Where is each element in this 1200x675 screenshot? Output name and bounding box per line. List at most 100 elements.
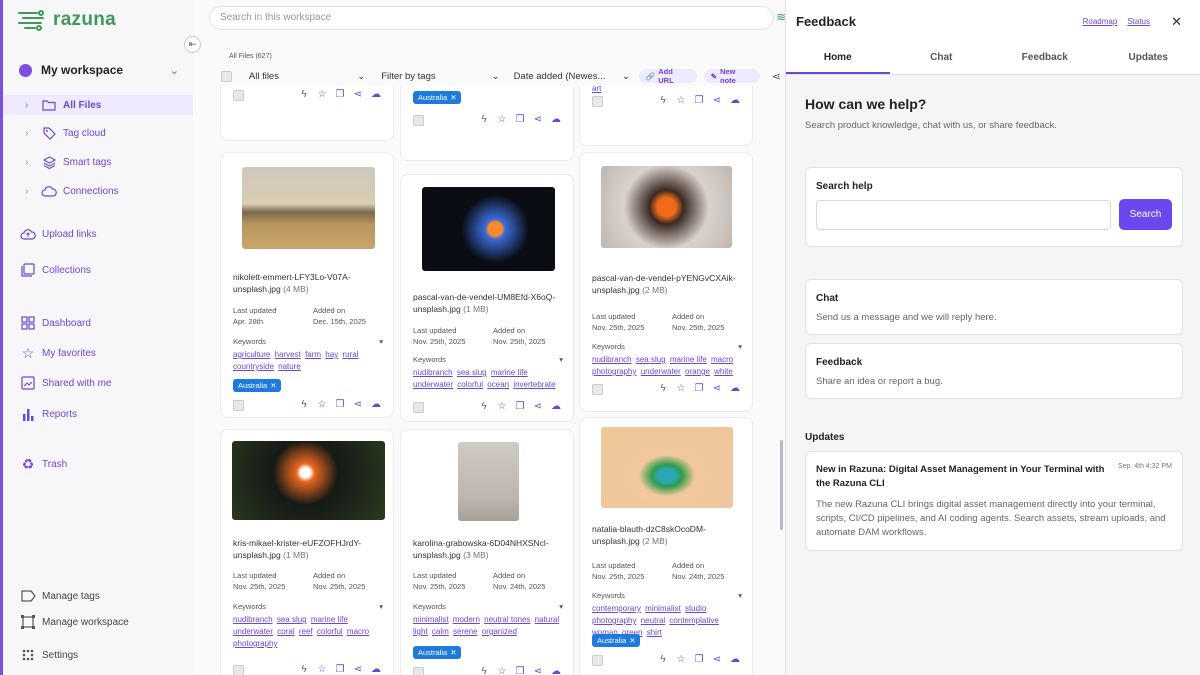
keyword-link[interactable]: sea slug xyxy=(457,368,487,377)
keyword-link[interactable]: nudibranch xyxy=(233,615,273,624)
cloud-download-icon[interactable]: ☁ xyxy=(367,89,385,101)
asset-thumbnail[interactable] xyxy=(242,167,375,249)
share-icon[interactable]: ⋖ xyxy=(529,401,547,413)
keyword-link[interactable]: sea slug xyxy=(636,355,666,364)
sidebar-item-dashboard[interactable]: Dashboard xyxy=(3,315,193,331)
keyword-link[interactable]: modern xyxy=(453,615,480,624)
workspace-switcher[interactable]: My workspace ⌄ xyxy=(19,63,179,77)
asset-checkbox[interactable] xyxy=(413,666,424,675)
keyword-link[interactable]: agriculture xyxy=(233,350,270,359)
keywords-header[interactable]: Keywords ▾ xyxy=(592,591,742,600)
favorite-star-icon[interactable]: ☆ xyxy=(672,95,690,107)
cloud-download-icon[interactable]: ☁ xyxy=(547,666,565,675)
keyword-link[interactable]: marine life xyxy=(491,368,528,377)
tag-filter-select[interactable]: Filter by tags ⌄ xyxy=(381,71,499,82)
keywords-header[interactable]: Keywords ▾ xyxy=(413,355,563,364)
sidebar-item-connections[interactable]: › Connections xyxy=(3,183,193,199)
keywords-header[interactable]: Keywords ▾ xyxy=(233,602,383,611)
roadmap-link[interactable]: Roadmap xyxy=(1083,17,1118,26)
keyword-link[interactable]: nature xyxy=(278,362,301,371)
asset-card[interactable]: pascal-van-de-vendel-UM8Efd-X6oQ-unsplas… xyxy=(400,174,574,422)
new-note-button[interactable]: ✎ New note xyxy=(703,67,760,85)
favorite-star-icon[interactable]: ☆ xyxy=(493,401,511,413)
keyword-link[interactable]: nudibranch xyxy=(592,355,632,364)
cloud-download-icon[interactable]: ☁ xyxy=(367,664,385,675)
asset-card[interactable]: kris-mikael-krister-eUFZOFHJrdY-unsplash… xyxy=(220,429,394,675)
feedback-card[interactable]: Feedback Share an idea or report a bug. xyxy=(805,343,1183,399)
copy-icon[interactable]: ❐ xyxy=(331,399,349,411)
keyword-link[interactable]: orange xyxy=(685,367,710,376)
quick-action-icon[interactable]: ϟ xyxy=(475,114,493,126)
sidebar-item-settings[interactable]: Settings xyxy=(3,647,193,663)
status-link[interactable]: Status xyxy=(1127,17,1150,26)
sidebar-item-manage-workspace[interactable]: Manage workspace xyxy=(3,614,193,630)
cloud-download-icon[interactable]: ☁ xyxy=(726,95,744,107)
copy-icon[interactable]: ❐ xyxy=(690,95,708,107)
quick-action-icon[interactable]: ϟ xyxy=(654,383,672,395)
sidebar-item-all-files[interactable]: › All Files xyxy=(3,95,193,115)
keyword-link[interactable]: minimalist xyxy=(645,604,681,613)
asset-checkbox[interactable] xyxy=(413,114,424,126)
keyword-link[interactable]: invertebrate xyxy=(513,380,555,389)
tag-chip[interactable]: Australia ✕ xyxy=(233,379,282,392)
sidebar-item-trash[interactable]: ♻ Trash xyxy=(3,456,193,472)
cloud-download-icon[interactable]: ☁ xyxy=(726,383,744,395)
copy-icon[interactable]: ❐ xyxy=(511,401,529,413)
share-icon[interactable]: ⋖ xyxy=(772,70,781,83)
keyword-link[interactable]: countryside xyxy=(233,362,274,371)
keyword-link[interactable]: macro xyxy=(711,355,733,364)
favorite-star-icon[interactable]: ☆ xyxy=(313,399,331,411)
asset-thumbnail[interactable] xyxy=(601,427,733,508)
asset-checkbox[interactable] xyxy=(592,654,603,666)
keyword-link[interactable]: coral xyxy=(277,627,294,636)
quick-action-icon[interactable]: ϟ xyxy=(295,89,313,101)
asset-thumbnail[interactable] xyxy=(232,441,385,520)
help-search-button[interactable]: Search xyxy=(1119,199,1172,230)
keyword-link[interactable]: neutral xyxy=(641,616,665,625)
share-icon[interactable]: ⋖ xyxy=(349,399,367,411)
remove-tag-icon[interactable]: ✕ xyxy=(270,381,276,390)
share-icon[interactable]: ⋖ xyxy=(708,95,726,107)
sidebar-item-manage-tags[interactable]: Manage tags xyxy=(3,588,193,604)
keyword-link[interactable]: farm xyxy=(305,350,321,359)
share-icon[interactable]: ⋖ xyxy=(349,89,367,101)
favorite-star-icon[interactable]: ☆ xyxy=(672,654,690,666)
tag-chip[interactable]: Australia ✕ xyxy=(413,91,462,104)
asset-card[interactable]: pascal-van-de-vendel-pYENGvCXAik-unsplas… xyxy=(579,152,753,412)
asset-card[interactable]: natalia-blauth-dzC8skOcoDM-unsplash.jpg … xyxy=(579,417,753,675)
asset-card[interactable]: Australia✕ ϟ ☆ ❐ ⋖ ☁ xyxy=(220,86,394,141)
keyword-link[interactable]: studio xyxy=(685,604,706,613)
asset-card[interactable]: karolina-grabowska-6D04NHXSNcl-unsplash.… xyxy=(400,429,574,675)
tab-updates[interactable]: Updates xyxy=(1097,42,1200,74)
keyword-link[interactable]: shirt xyxy=(647,628,662,637)
search-input[interactable]: Search in this workspace xyxy=(209,6,774,30)
asset-filename[interactable]: pascal-van-de-vendel-UM8Efd-X6oQ-unsplas… xyxy=(413,291,568,315)
keyword-link[interactable]: ocean xyxy=(487,380,509,389)
keywords-header[interactable]: Keywords ▾ xyxy=(413,602,563,611)
chat-card[interactable]: Chat Send us a message and we will reply… xyxy=(805,279,1183,335)
sidebar-item-shared-with-me[interactable]: Shared with me xyxy=(3,375,193,391)
help-search-input[interactable] xyxy=(816,200,1111,230)
asset-filename[interactable]: pascal-van-de-vendel-pYENGvCXAik-unsplas… xyxy=(592,272,747,296)
tab-chat[interactable]: Chat xyxy=(890,42,994,74)
favorite-star-icon[interactable]: ☆ xyxy=(493,114,511,126)
favorite-star-icon[interactable]: ☆ xyxy=(313,89,331,101)
favorite-star-icon[interactable]: ☆ xyxy=(313,664,331,675)
quick-action-icon[interactable]: ϟ xyxy=(654,654,672,666)
asset-filename[interactable]: nikolett-emmert-LFY3Lo-V07A-unsplash.jpg… xyxy=(233,271,388,295)
copy-icon[interactable]: ❐ xyxy=(511,666,529,675)
keyword-link[interactable]: reef xyxy=(299,627,313,636)
keyword-link[interactable]: photography xyxy=(233,639,277,648)
keyword-link[interactable]: nudibranch xyxy=(413,368,453,377)
keyword-link[interactable]: minimalist xyxy=(413,615,449,624)
copy-icon[interactable]: ❐ xyxy=(511,114,529,126)
close-icon[interactable]: ✕ xyxy=(1171,14,1182,30)
favorite-star-icon[interactable]: ☆ xyxy=(493,666,511,675)
keyword-link[interactable]: photography xyxy=(592,367,636,376)
asset-checkbox[interactable] xyxy=(592,383,603,395)
keyword-link[interactable]: sea slug xyxy=(277,615,307,624)
favorite-star-icon[interactable]: ☆ xyxy=(672,383,690,395)
asset-thumbnail[interactable] xyxy=(601,166,732,248)
copy-icon[interactable]: ❐ xyxy=(331,664,349,675)
asset-filename[interactable]: kris-mikael-krister-eUFZOFHJrdY-unsplash… xyxy=(233,537,388,561)
